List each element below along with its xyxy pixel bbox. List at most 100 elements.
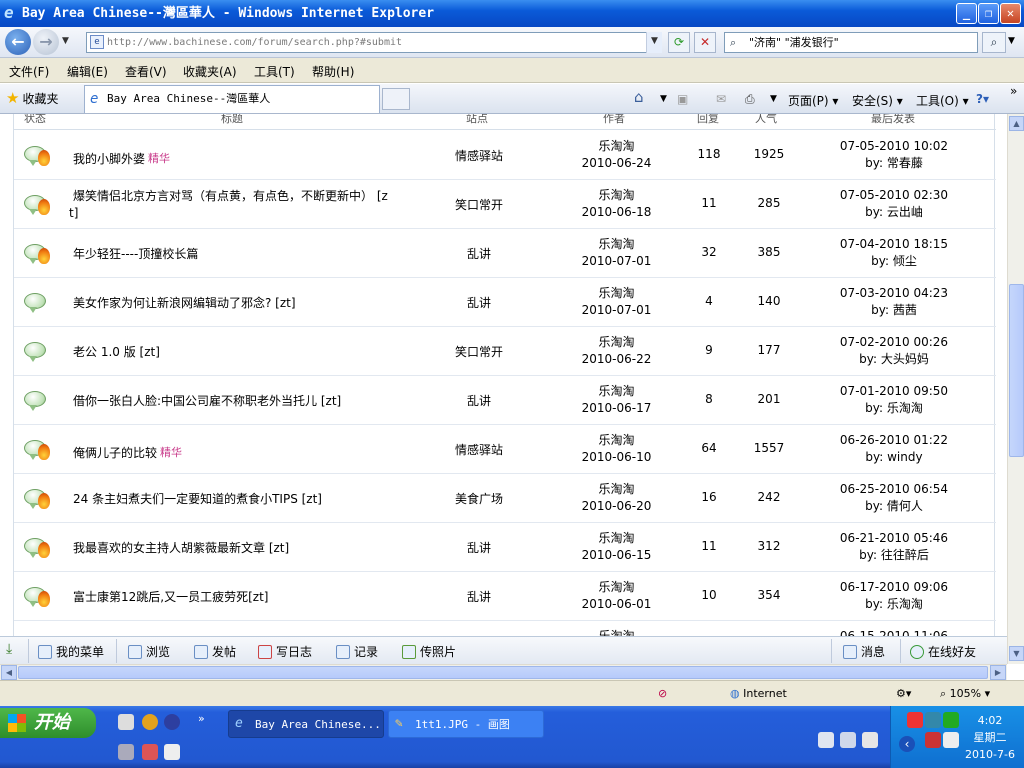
minimize-button[interactable]: _ xyxy=(956,3,977,24)
tray-security-icon[interactable] xyxy=(925,732,941,748)
record-button[interactable]: 记录 xyxy=(336,643,378,660)
forum-link[interactable]: 笑口常开 xyxy=(434,343,524,360)
last-post-by[interactable]: by: 乐淘淘 xyxy=(814,596,974,613)
close-button[interactable]: ✕ xyxy=(1000,3,1021,24)
last-post-by[interactable]: by: 常春藤 xyxy=(814,155,974,172)
author-link[interactable]: 乐淘淘 xyxy=(554,432,679,449)
maximize-button[interactable]: ❐ xyxy=(978,3,999,24)
page-menu[interactable]: 页面(P) ▾ xyxy=(788,92,838,109)
author-link[interactable]: 乐淘淘 xyxy=(554,530,679,547)
online-friends-button[interactable]: 在线好友 xyxy=(910,643,976,660)
quicklaunch-app4-icon[interactable] xyxy=(142,744,158,760)
last-post-time[interactable]: 07-05-2010 02:30 xyxy=(814,187,974,204)
popup-blocked-icon[interactable]: ⊘ xyxy=(658,687,667,700)
scroll-up-icon[interactable]: ▲ xyxy=(1009,116,1024,131)
author-link[interactable]: 乐淘淘 xyxy=(554,138,679,155)
menu-view[interactable]: 查看(V) xyxy=(125,63,167,80)
tray-network-icon[interactable] xyxy=(943,712,959,728)
topic-link[interactable]: 美女作家为何让新浪网编辑动了邪念? [zt] xyxy=(73,294,296,311)
show-desktop-icon[interactable] xyxy=(118,714,134,730)
last-post-by[interactable]: by: 倾尘 xyxy=(814,253,974,270)
topic-link[interactable]: 俺俩儿子的比较 精华 xyxy=(73,444,182,461)
taskbar-paint-window[interactable]: ✎ 1tt1.JPG - 画图 xyxy=(388,710,544,738)
history-dropdown-icon[interactable]: ▼ xyxy=(62,36,69,46)
author-link[interactable]: 乐淘淘 xyxy=(554,334,679,351)
author-link[interactable]: 乐淘淘 xyxy=(554,285,679,302)
my-menu-button[interactable]: 我的菜单 xyxy=(38,643,104,660)
scroll-down-icon[interactable]: ▼ xyxy=(1009,646,1024,661)
search-options-icon[interactable]: ▼ xyxy=(1008,36,1015,46)
topic-link[interactable]: 我最喜欢的女主持人胡紫薇最新文章 [zt] xyxy=(73,539,289,556)
author-link[interactable]: 乐淘淘 xyxy=(554,579,679,596)
feeds-icon[interactable]: ▣ xyxy=(677,92,688,106)
last-post-time[interactable]: 06-17-2010 09:06 xyxy=(814,579,974,596)
last-post-by[interactable]: by: windy xyxy=(814,449,974,466)
topic-link[interactable]: 老公 1.0 版 [zt] xyxy=(73,343,160,360)
last-post-by[interactable]: by: 往往醉后 xyxy=(814,547,974,564)
last-post-time[interactable]: 07-01-2010 09:50 xyxy=(814,383,974,400)
pen-icon[interactable] xyxy=(840,732,856,748)
menu-file[interactable]: 文件(F) xyxy=(9,63,49,80)
menu-favorites[interactable]: 收藏夹(A) xyxy=(183,63,237,80)
topic-link[interactable]: 年少轻狂----顶撞校长篇 xyxy=(73,245,198,262)
vertical-scrollbar[interactable]: ▲ ▼ xyxy=(1007,114,1024,664)
last-post-by[interactable]: by: 茜茜 xyxy=(814,302,974,319)
tray-collapse-icon[interactable]: ‹ xyxy=(899,736,915,752)
post-button[interactable]: 发帖 xyxy=(194,643,236,660)
topic-link[interactable]: 爆笑情侣北京方言对骂（有点黄，有点色，不断更新中） [z t] xyxy=(69,188,403,222)
last-post-by[interactable]: by: 倩何人 xyxy=(814,498,974,515)
forum-link[interactable]: 乱讲 xyxy=(434,539,524,556)
forward-button[interactable]: → xyxy=(33,29,59,55)
tools-menu[interactable]: 工具(O) ▾ xyxy=(916,92,969,109)
forum-link[interactable]: 乱讲 xyxy=(434,588,524,605)
author-link[interactable]: 乐淘淘 xyxy=(554,236,679,253)
browse-button[interactable]: 浏览 xyxy=(128,643,170,660)
quicklaunch-app-icon[interactable] xyxy=(142,714,158,730)
input-method-icon[interactable] xyxy=(925,712,941,728)
help-icon[interactable]: ?▾ xyxy=(976,92,989,106)
address-input[interactable]: e http://www.bachinese.com/forum/search.… xyxy=(86,32,662,53)
author-link[interactable]: 乐淘淘 xyxy=(554,383,679,400)
start-button[interactable]: 开始 xyxy=(0,708,96,738)
forum-link[interactable]: 美食广场 xyxy=(434,490,524,507)
stop-icon[interactable]: ✕ xyxy=(694,32,716,53)
last-post-time[interactable]: 06-21-2010 05:46 xyxy=(814,530,974,547)
forum-link[interactable]: 乱讲 xyxy=(434,392,524,409)
last-post-time[interactable]: 07-04-2010 18:15 xyxy=(814,236,974,253)
security-zone[interactable]: ◍ Internet xyxy=(730,687,787,700)
forum-link[interactable]: 乱讲 xyxy=(434,245,524,262)
chevron-more-icon[interactable]: » xyxy=(1010,84,1017,98)
clock[interactable]: 4:02 星期二 2010-7-6 xyxy=(960,712,1020,763)
print-dropdown-icon[interactable]: ▼ xyxy=(770,94,777,104)
forum-link[interactable]: 乱讲 xyxy=(434,294,524,311)
forum-link[interactable]: 情感驿站 xyxy=(434,441,524,458)
last-post-time[interactable]: 06-26-2010 01:22 xyxy=(814,432,974,449)
tray-app-icon[interactable] xyxy=(907,712,923,728)
author-link[interactable]: 乐淘淘 xyxy=(554,187,679,204)
safety-menu[interactable]: 安全(S) ▾ xyxy=(852,92,903,109)
tray-misc-icon[interactable] xyxy=(862,732,878,748)
refresh-icon[interactable]: ⟳ xyxy=(668,32,690,53)
forum-link[interactable]: 笑口常开 xyxy=(434,196,524,213)
forum-link[interactable]: 情感驿站 xyxy=(434,147,524,164)
protected-mode-icon[interactable]: ⚙▾ xyxy=(896,687,911,700)
last-post-by[interactable]: by: 云出岫 xyxy=(814,204,974,221)
topic-link[interactable]: 借你一张白人脸:中国公司雇不称职老外当托儿 [zt] xyxy=(73,392,341,409)
horizontal-scrollbar[interactable]: ◀ ▶ xyxy=(0,664,1007,680)
back-button[interactable]: ← xyxy=(5,29,31,55)
tab-bay-area-chinese[interactable]: e Bay Area Chinese--灣區華人 xyxy=(84,85,380,113)
new-tab-button[interactable] xyxy=(382,88,410,110)
last-post-time[interactable]: 07-02-2010 00:26 xyxy=(814,334,974,351)
read-mail-icon[interactable]: ✉ xyxy=(716,92,726,106)
menu-edit[interactable]: 编辑(E) xyxy=(67,63,108,80)
menu-tools[interactable]: 工具(T) xyxy=(254,63,295,80)
taskbar-ie-window[interactable]: e Bay Area Chinese... xyxy=(228,710,384,738)
last-post-time[interactable]: 07-03-2010 04:23 xyxy=(814,285,974,302)
address-dropdown-icon[interactable]: ▼ xyxy=(646,32,662,53)
home-icon[interactable]: ⌂ xyxy=(634,88,644,106)
quicklaunch-app5-icon[interactable] xyxy=(164,744,180,760)
topic-link[interactable]: 我的小脚外婆 精华 xyxy=(73,150,170,167)
last-post-by[interactable]: by: 乐淘淘 xyxy=(814,400,974,417)
download-icon[interactable]: ⤓ xyxy=(6,641,12,657)
quicklaunch-app2-icon[interactable] xyxy=(164,714,180,730)
